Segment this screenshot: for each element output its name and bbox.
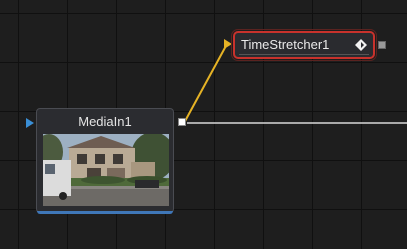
- node-title: MediaIn1: [78, 114, 132, 129]
- diamond-keyframe-icon[interactable]: [355, 39, 367, 51]
- house-thumbnail-image: [43, 134, 169, 206]
- node-status-underline: [37, 211, 173, 214]
- node-editor-canvas[interactable]: MediaIn1 TimeStretcher1: [0, 0, 407, 249]
- mediain-input-port[interactable]: [26, 118, 34, 128]
- link-mediain-to-timestretcher[interactable]: [183, 43, 228, 124]
- timestretcher1-node[interactable]: TimeStretcher1: [231, 29, 377, 61]
- mediain-output-port[interactable]: [178, 118, 186, 126]
- timestretcher-output-port[interactable]: [378, 41, 386, 49]
- node-title: TimeStretcher1: [241, 37, 330, 52]
- media-thumbnail: [43, 134, 169, 206]
- timestretcher-input-port[interactable]: [224, 39, 232, 49]
- mediain1-node[interactable]: MediaIn1: [36, 108, 174, 214]
- node-underline: [239, 54, 369, 55]
